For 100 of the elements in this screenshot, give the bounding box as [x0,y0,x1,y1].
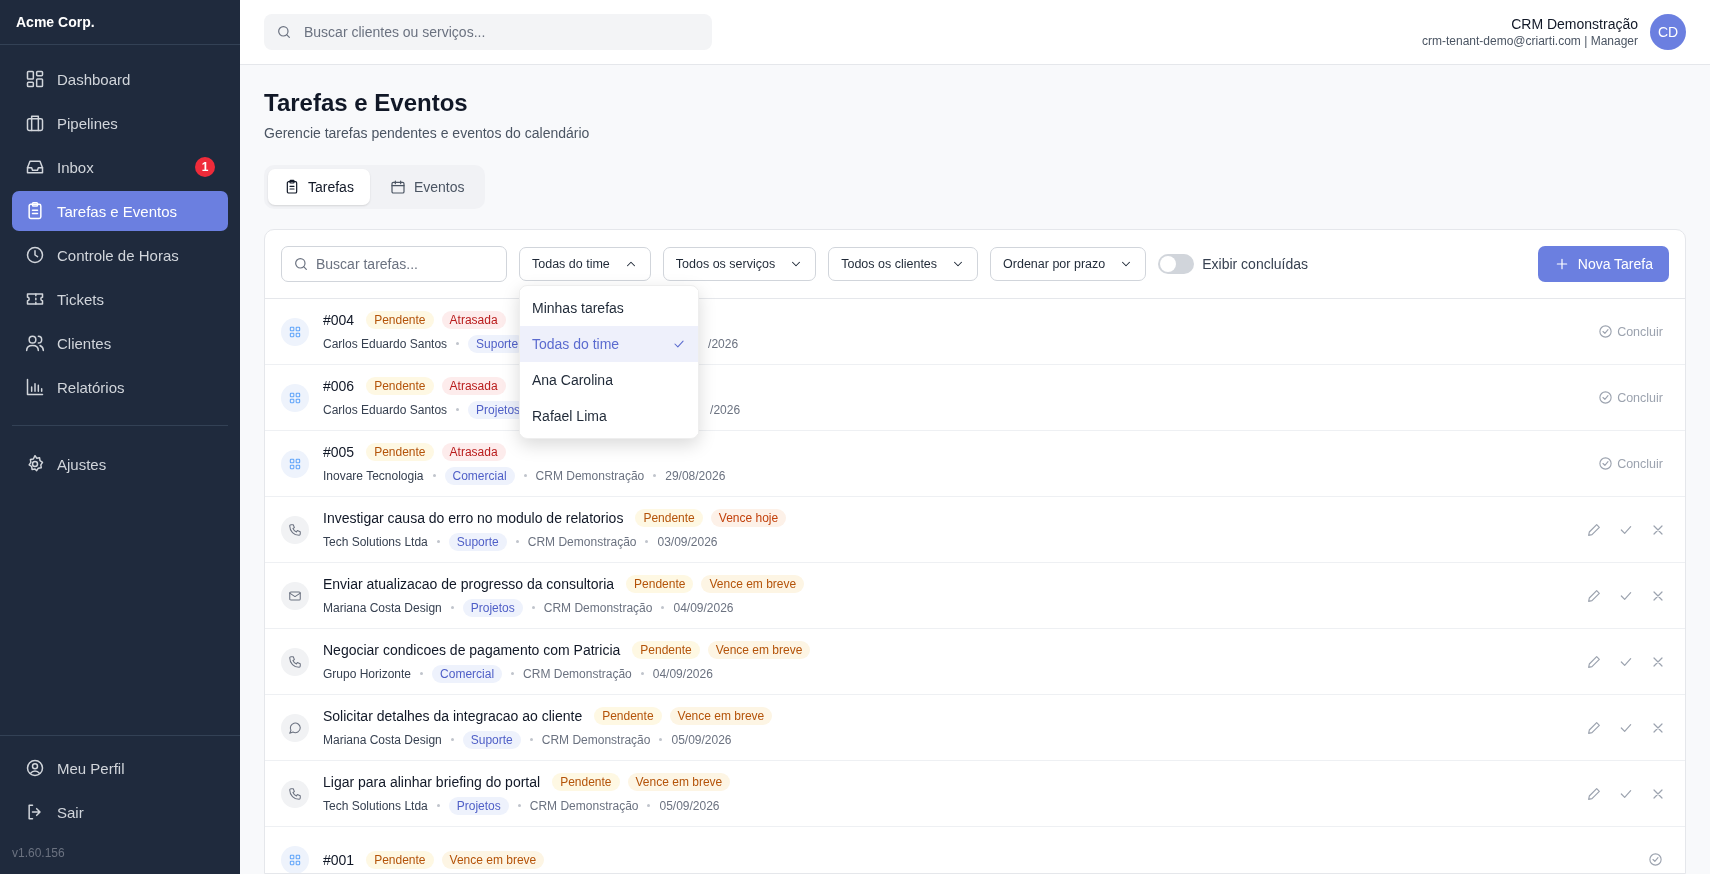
due-date: /2026 [708,336,739,351]
sidebar-item[interactable]: Dashboard [12,59,228,99]
check-circle-icon [1598,390,1614,405]
check-circle-icon [1598,456,1614,471]
due-date: 04/09/2026 [652,666,713,681]
client-name: Grupo Horizonte [323,666,412,681]
clipboard-icon [25,201,45,221]
briefcase-icon [25,113,45,133]
status-badge: Atrasada [441,442,506,461]
search-field[interactable]: Buscar clientes ou serviços... [264,14,712,50]
service-tag: Projetos [448,796,509,815]
sidebar-item[interactable]: Controle de Horas [12,235,228,275]
dropdown-option[interactable]: Todas do time [520,326,698,362]
notification-badge: 1 [195,157,215,177]
status-badge: Pendente [366,850,434,869]
service-tag: Comercial [444,466,515,485]
sidebar-item[interactable]: Ajustes [12,444,228,484]
task-title[interactable]: Negociar condicoes de pagamento com Patricia [323,641,621,658]
filter-dropdown[interactable]: Todos os clientes [828,247,979,281]
company-name: CRM Demonstração [527,534,637,549]
status-badge: Pendente [552,772,620,791]
check-circle-icon [1598,324,1614,339]
sidebar-item[interactable]: Sair [12,792,228,832]
task-title[interactable]: #005 [323,443,355,460]
status-badge: Vence em breve [701,574,805,593]
new-task-button[interactable]: Nova Tarefa [1537,246,1669,282]
inbox-icon [25,157,45,177]
calendar-icon [389,179,406,195]
page-title: Tarefas e Eventos [264,89,469,117]
users-icon [25,333,45,353]
status-badge: Pendente [366,442,434,461]
sidebar-item[interactable]: Clientes [12,323,228,363]
speech-bubble-icon [288,720,302,735]
status-badge: Atrasada [441,376,506,395]
company-name: CRM Demonstração [543,600,653,615]
page-subtitle: Gerencie tarefas pendentes e eventos do calendário [264,125,591,141]
status-badge: Vence em breve [441,850,545,869]
user-avatar[interactable]: CD [1650,14,1686,50]
grid-icon [25,69,45,89]
client-name: Tech Solutions Ltda [323,534,428,549]
status-badge: Pendente [635,508,703,527]
company-name: CRM Demonstração [529,798,639,813]
sidebar-item[interactable]: Pipelines [12,103,228,143]
client-name: Inovare Tecnologia [323,468,424,483]
task-search-field[interactable]: Buscar tarefas... [281,246,507,282]
filter-dropdown[interactable]: Ordenar por prazo [990,247,1147,281]
due-date: 05/09/2026 [671,732,732,747]
tab[interactable]: Eventos [373,169,481,205]
brand-name: Acme Corp. [16,14,95,30]
sidebar-item[interactable]: Meu Perfil [12,748,228,788]
client-name: Tech Solutions Ltda [323,798,428,813]
pencil-icon [1586,785,1602,802]
task-title[interactable]: #006 [323,377,355,394]
phone-icon [288,522,302,537]
status-badge: Pendente [632,640,700,659]
grid-icon [288,390,302,405]
phone-icon [288,654,302,669]
grid-icon [288,852,302,867]
bar-chart-icon [25,377,45,397]
phone-icon [288,786,302,801]
filter-dropdown[interactable]: Todos os serviços [662,247,817,281]
status-badge: Vence hoje [710,508,787,527]
sidebar-item[interactable]: Inbox 1 [12,147,228,187]
pencil-icon [1586,719,1602,736]
service-tag: Suporte [448,532,507,551]
status-badge: Pendente [626,574,694,593]
task-title[interactable]: Investigar causa do erro no modulo de relatorios [323,509,624,526]
company-name: CRM Demonstração [541,732,651,747]
toggle-switch[interactable] [1158,254,1195,274]
task-title[interactable]: Solicitar detalhes da integracao ao cliente [323,707,583,724]
client-name: Carlos Eduardo Santos [323,336,448,351]
user-name: CRM Demonstração [1510,16,1638,32]
dropdown-option[interactable]: Ana Carolina [520,362,698,398]
task-title[interactable]: #004 [323,311,355,328]
status-badge: Pendente [366,376,434,395]
sidebar-item[interactable]: Tickets [12,279,228,319]
sidebar-item[interactable]: Relatórios [12,367,228,407]
status-badge: Vence em breve [669,706,773,725]
due-date: 04/09/2026 [673,600,734,615]
sidebar-item[interactable]: Tarefas e Eventos [12,191,228,231]
tab[interactable]: Tarefas [268,169,370,205]
task-title[interactable]: #001 [323,851,355,868]
dropdown-option[interactable]: Rafael Lima [520,398,698,434]
grid-icon [288,456,302,471]
version-label: v1.60.156 [12,846,65,860]
client-name: Mariana Costa Design [323,732,442,747]
user-email: crm-tenant-demo@criarti.com | Manager [1421,34,1638,48]
task-title[interactable]: Enviar atualizacao de progresso da consultoria [323,575,615,592]
filter-dropdown[interactable]: Todas do time [519,247,651,281]
pencil-icon [1586,587,1602,604]
pencil-icon [1586,653,1602,670]
envelope-icon [288,588,302,603]
task-title[interactable]: Ligar para alinhar briefing do portal [323,773,541,790]
user-circle-icon [25,758,45,778]
client-name: Mariana Costa Design [323,600,442,615]
clock-icon [25,245,45,265]
service-tag: Projetos [462,598,523,617]
dropdown-option[interactable]: Minhas tarefas [520,290,698,326]
company-name: CRM Demonstração [535,468,645,483]
clipboard-icon [284,179,300,195]
